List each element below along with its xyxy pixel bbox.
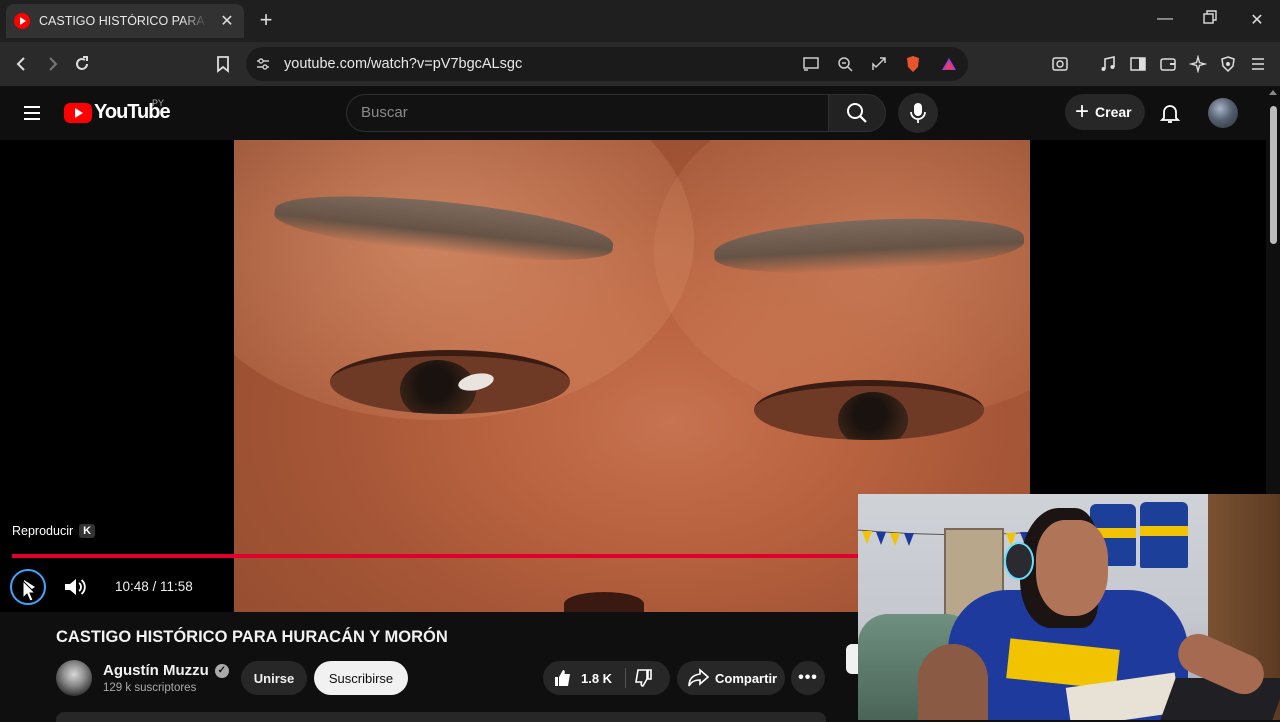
- address-bar[interactable]: youtube.com/watch?v=pV7bgcALsgc: [246, 47, 968, 81]
- bell-icon[interactable]: [1158, 101, 1182, 125]
- join-button[interactable]: Unirse: [241, 661, 307, 695]
- description-box[interactable]: [56, 712, 826, 722]
- like-button[interactable]: 1.8 K: [543, 661, 623, 695]
- browser-tab-active[interactable]: CASTIGO HISTÓRICO PARA HURACÁN Y MORÓN -…: [6, 4, 244, 38]
- like-dislike-group: 1.8 K: [543, 661, 670, 695]
- bookmark-icon[interactable]: [211, 52, 235, 76]
- site-settings-icon[interactable]: [254, 55, 272, 73]
- thumbs-down-icon[interactable]: [633, 668, 655, 688]
- share-icon: [688, 668, 709, 687]
- share-button[interactable]: Compartir: [677, 661, 785, 695]
- account-avatar[interactable]: [1208, 98, 1238, 128]
- channel-avatar[interactable]: [56, 660, 92, 696]
- volume-icon[interactable]: [62, 574, 88, 600]
- scroll-up-icon[interactable]: [1269, 90, 1277, 95]
- video-title: CASTIGO HISTÓRICO PARA HURACÁN Y MORÓN: [56, 628, 448, 646]
- restore-icon[interactable]: [1200, 10, 1220, 29]
- brave-rewards-icon[interactable]: [940, 55, 958, 73]
- hamburger-icon[interactable]: [22, 103, 42, 123]
- eye-right: [754, 380, 984, 440]
- plus-icon: +: [1075, 98, 1090, 125]
- youtube-favicon-icon: [14, 13, 30, 29]
- zoom-icon[interactable]: [836, 55, 854, 73]
- search-button[interactable]: [828, 94, 886, 132]
- share-page-icon[interactable]: [870, 55, 888, 73]
- brave-shield-icon[interactable]: [904, 55, 922, 73]
- menu-icon[interactable]: [1248, 54, 1268, 74]
- leo-ai-icon[interactable]: [1188, 54, 1208, 74]
- jersey-right: [1140, 502, 1188, 568]
- streamer-face: [1036, 520, 1108, 616]
- sidebar-icon[interactable]: [1128, 54, 1148, 74]
- subscriber-count: 129 k suscriptores: [103, 682, 197, 694]
- country-code: PY: [152, 98, 165, 108]
- reload-icon[interactable]: [70, 52, 94, 76]
- play-tooltip-label: Reproducir: [12, 524, 74, 538]
- tab-close-icon[interactable]: ✕: [218, 11, 236, 31]
- verified-icon: ✓: [214, 663, 229, 678]
- youtube-masthead: YouTube PY + Crear: [0, 86, 1266, 140]
- channel-name[interactable]: Agustín Muzzu: [103, 662, 209, 679]
- vpn-icon[interactable]: [1218, 54, 1238, 74]
- voice-search-button[interactable]: [898, 93, 938, 133]
- music-icon[interactable]: [1098, 54, 1118, 74]
- more-icon[interactable]: •••: [791, 661, 825, 695]
- channel-name-row[interactable]: Agustín Muzzu ✓: [103, 662, 229, 679]
- forward-icon[interactable]: [40, 52, 64, 76]
- subscribe-button[interactable]: Suscribirse: [314, 661, 408, 695]
- wallet-icon[interactable]: [1158, 54, 1178, 74]
- minimize-icon[interactable]: —: [1155, 10, 1175, 28]
- share-label: Compartir: [715, 670, 778, 686]
- headset-icon: [1004, 542, 1034, 580]
- search-icon: [847, 103, 867, 123]
- browser-tab-strip: CASTIGO HISTÓRICO PARA HURACÁN Y MORÓN -…: [0, 0, 1280, 42]
- back-icon[interactable]: [10, 52, 34, 76]
- mouse-cursor-icon: [22, 580, 36, 602]
- browser-toolbar: youtube.com/watch?v=pV7bgcALsgc: [0, 42, 1280, 86]
- new-tab-button[interactable]: +: [256, 9, 276, 31]
- youtube-logo-icon: [64, 102, 92, 123]
- play-tooltip-key: K: [79, 524, 96, 538]
- thumbs-up-icon: [555, 670, 570, 686]
- search-input[interactable]: [361, 104, 801, 121]
- eye-left: [330, 350, 570, 414]
- url-text: youtube.com/watch?v=pV7bgcALsgc: [284, 56, 523, 72]
- side-panel-peek: [846, 644, 858, 674]
- scroll-thumb[interactable]: [1270, 106, 1277, 244]
- mic-icon: [910, 103, 926, 123]
- like-count: 1.8 K: [581, 670, 613, 686]
- create-button[interactable]: + Crear: [1065, 94, 1145, 130]
- time-display: 10:48 / 11:58: [115, 579, 193, 594]
- tab-title: CASTIGO HISTÓRICO PARA HURACÁN Y MORÓN -…: [39, 14, 207, 28]
- tab-search-icon[interactable]: [1050, 54, 1070, 74]
- search-box: [346, 94, 828, 132]
- window-close-icon[interactable]: ✕: [1247, 10, 1267, 30]
- create-label: Crear: [1095, 104, 1132, 120]
- play-tooltip: Reproducir K: [12, 524, 96, 538]
- nose-shadow: [564, 592, 644, 612]
- webcam-overlay: [858, 494, 1280, 720]
- cast-icon[interactable]: [802, 55, 820, 73]
